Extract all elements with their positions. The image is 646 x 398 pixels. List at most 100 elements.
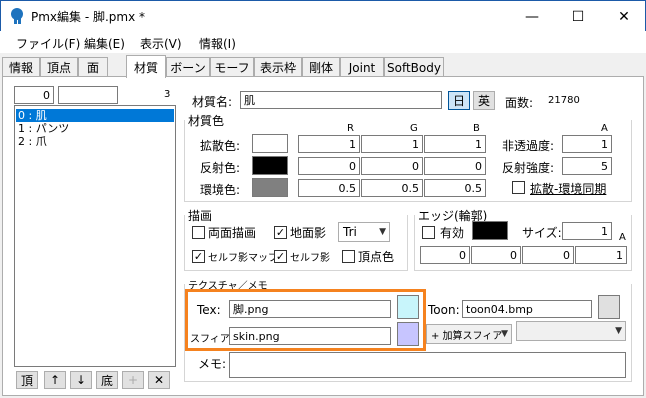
memo-label: メモ: [198, 357, 227, 371]
edge-r-input[interactable]: 0 [420, 246, 470, 264]
minimize-icon: — [525, 8, 539, 25]
self-shadow-map-label: セルフ影マップ [208, 253, 278, 264]
specular-b-input[interactable]: 0 [424, 157, 486, 175]
vertex-color-checkbox[interactable] [342, 250, 355, 263]
double-sided-label: 両面描画 [208, 226, 257, 240]
alpha-input[interactable]: 1 [562, 135, 612, 153]
list-item[interactable]: 1 : パンツ [16, 122, 174, 135]
diffuse-b-input[interactable]: 1 [424, 135, 486, 153]
primitive-select[interactable]: Tri ▼ [338, 222, 390, 242]
edge-size-label: サイズ: [522, 226, 562, 240]
remove-material-button[interactable]: ✕ [148, 371, 170, 389]
double-sided-checkbox[interactable] [192, 226, 205, 239]
spec-power-input[interactable]: 5 [562, 157, 612, 175]
edge-b-input[interactable]: 0 [522, 246, 574, 264]
spec-power-label: 反射強度: [502, 161, 555, 175]
window-title: Pmx編集 - 脚.pmx * [31, 10, 146, 24]
toon-preview[interactable] [598, 295, 620, 319]
tab-info[interactable]: 情報 [2, 57, 40, 77]
diffuse-g-input[interactable]: 1 [361, 135, 423, 153]
sync-label: 拡散-環境同期 [530, 182, 607, 196]
chevron-down-icon: ▼ [379, 227, 386, 237]
edge-a-header: A [619, 232, 626, 243]
menu-edit[interactable]: 編集(E) [84, 35, 125, 52]
menu-bar: ファイル(F) 編集(E) 表示(V) 情報(I) [0, 31, 646, 53]
material-name-input[interactable]: 肌 [240, 91, 442, 109]
menu-info[interactable]: 情報(I) [199, 35, 236, 52]
sphere-mode-value: + 加算スフィア [431, 330, 503, 342]
edge-size-input[interactable]: 1 [562, 222, 612, 240]
tab-morph[interactable]: モーフ [210, 57, 254, 77]
ambient-g-input[interactable]: 0.5 [361, 179, 423, 197]
ambient-label: 環境色: [200, 183, 241, 197]
maximize-button[interactable]: ☐ [555, 1, 601, 32]
self-shadow-label: セルフ影 [290, 253, 330, 264]
material-name-label: 材質名: [192, 95, 233, 109]
lang-en-button[interactable]: 英 [473, 91, 495, 110]
edge-enabled-checkbox[interactable] [422, 226, 435, 239]
specular-swatch[interactable] [252, 156, 288, 175]
edge-g-input[interactable]: 0 [471, 246, 521, 264]
col-b-header: B [473, 123, 480, 134]
edge-color-swatch[interactable] [472, 221, 508, 240]
chevron-down-icon: ▼ [501, 329, 508, 339]
diffuse-label: 拡散色: [200, 139, 241, 153]
maximize-icon: ☐ [571, 8, 585, 25]
sphere-mode-select[interactable]: + 加算スフィア ▼ [426, 324, 512, 344]
list-item[interactable]: 0 : 肌 [16, 109, 174, 122]
ambient-swatch[interactable] [252, 178, 288, 197]
close-icon: ✕ [618, 8, 630, 25]
move-up-button[interactable]: ↑ [44, 371, 66, 389]
title-bar: Pmx編集 - 脚.pmx * — ☐ ✕ [0, 0, 646, 31]
specular-label: 反射色: [200, 161, 241, 175]
ground-shadow-checkbox[interactable]: ✓ [274, 226, 287, 239]
face-count-label: 面数: [505, 96, 534, 110]
material-count: 3 [164, 89, 171, 100]
edge-enabled-label: 有効 [440, 226, 465, 240]
face-count-value: 21780 [548, 95, 580, 106]
self-shadow-checkbox[interactable]: ✓ [274, 250, 287, 263]
diffuse-r-input[interactable]: 1 [298, 135, 360, 153]
specular-g-input[interactable]: 0 [361, 157, 423, 175]
diffuse-swatch[interactable] [252, 134, 288, 153]
list-item[interactable]: 2 : 爪 [16, 135, 174, 148]
primitive-value: Tri [343, 225, 357, 239]
edge-a-input[interactable]: 1 [575, 246, 627, 264]
tab-vertex[interactable]: 頂点 [40, 57, 78, 77]
add-material-button[interactable]: + [122, 371, 144, 389]
col-g-header: G [410, 123, 418, 134]
menu-file[interactable]: ファイル(F) [16, 35, 80, 52]
tab-material[interactable]: 材質 [126, 55, 166, 78]
toon-select[interactable]: ▼ [516, 321, 626, 341]
specular-r-input[interactable]: 0 [298, 157, 360, 175]
minimize-button[interactable]: — [509, 1, 555, 32]
ambient-b-input[interactable]: 0.5 [424, 179, 486, 197]
col-r-header: R [347, 123, 354, 134]
menu-view[interactable]: 表示(V) [140, 35, 182, 52]
index-input[interactable]: 0 [14, 86, 54, 104]
filter-input[interactable] [58, 86, 118, 104]
highlight-frame [185, 289, 426, 351]
ground-shadow-label: 地面影 [290, 226, 327, 240]
col-a-header: A [601, 123, 608, 134]
move-down-button[interactable]: ↓ [70, 371, 92, 389]
ambient-r-input[interactable]: 0.5 [298, 179, 360, 197]
memo-input[interactable] [229, 352, 626, 378]
move-bottom-button[interactable]: 底 [96, 371, 118, 389]
tab-rigid-body[interactable]: 剛体 [302, 57, 340, 77]
material-list[interactable]: 0 : 肌 1 : パンツ 2 : 爪 [14, 105, 176, 367]
tab-softbody[interactable]: SoftBody [384, 57, 444, 77]
tab-face[interactable]: 面 [78, 57, 108, 77]
tab-joint[interactable]: Joint [340, 57, 384, 77]
move-top-button[interactable]: 頂 [16, 371, 38, 389]
sync-checkbox[interactable] [512, 181, 525, 194]
vertex-color-label: 頂点色 [358, 250, 395, 264]
toon-path-input[interactable]: toon04.bmp [462, 300, 592, 318]
tab-display-frame[interactable]: 表示枠 [254, 57, 302, 77]
self-shadow-map-checkbox[interactable]: ✓ [192, 250, 205, 263]
close-button[interactable]: ✕ [601, 1, 646, 32]
toon-label: Toon: [428, 303, 460, 317]
lang-jp-button[interactable]: 日 [448, 91, 470, 110]
tab-strip: 情報 頂点 面 材質 ボーン モーフ 表示枠 剛体 Joint SoftBody [0, 55, 646, 78]
tab-bone[interactable]: ボーン [166, 57, 210, 77]
